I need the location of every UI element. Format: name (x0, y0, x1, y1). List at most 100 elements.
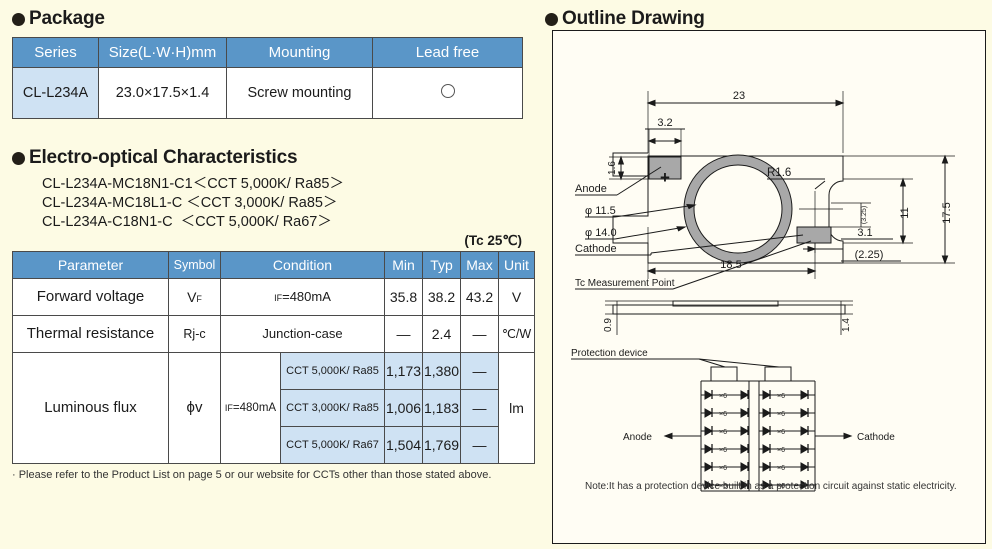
circle-ok-icon (440, 84, 455, 98)
label-circuit-cathode: Cathode (857, 432, 895, 443)
right-column: Outline Drawing (545, 8, 985, 30)
arrow (674, 137, 683, 145)
cell-max: 43.2 (460, 277, 499, 316)
cell-typ: 1,769 (422, 425, 461, 464)
anode-plus-marker: + (660, 168, 670, 187)
cell-condition: IF=480mA (220, 351, 281, 464)
protection-device-1 (710, 366, 738, 382)
arrow (676, 226, 687, 232)
dim-label-0_9: 0.9 (603, 318, 614, 332)
cell-unit: lm (498, 351, 535, 464)
arrow (647, 137, 656, 145)
multiplier-label: ×6 (719, 429, 727, 436)
cell-symbol: VF (168, 277, 221, 316)
package-table: Series Size(L·W·H)mm Mounting Lead free … (12, 37, 523, 119)
multiplier-label: ×6 (777, 429, 785, 436)
col-parameter: Parameter (12, 250, 169, 279)
leader-r16 (814, 180, 826, 190)
table-row-luminous-flux-1: Luminous flux ϕv IF=480mA CCT 5,000K/ Ra… (12, 351, 535, 464)
multiplier-label: ×6 (777, 411, 785, 418)
label-protection-device: Protection device (571, 349, 648, 359)
outline-drawing-panel: 23 3.2 1.6 R1.6 φ 11.5 φ 14.0 Anode Cath… (552, 30, 986, 544)
multiplier-labels: ×6 ×6 ×6 ×6 ×6 ×6 ×6 ×6 ×6 ×6 ×6 ×6 (719, 393, 785, 490)
arrow (843, 432, 853, 440)
arrow (941, 154, 949, 164)
cell-condition: IF=480mA (220, 277, 385, 316)
multiplier-label: ×6 (719, 447, 727, 454)
outline-section-heading: Outline Drawing (545, 8, 985, 30)
bullet-icon (12, 151, 25, 165)
arrow (899, 177, 907, 187)
arrow (663, 432, 673, 440)
part-code-list: CL-L234A-MC18N1-C1＜CCT 5,000K/ Ra85＞ CL-… (42, 175, 528, 232)
col-unit: Unit (498, 250, 535, 279)
cell-size: 23.0×17.5×1.4 (98, 67, 227, 119)
eo-section-heading: Electro-optical Characteristics (12, 147, 528, 169)
cell-parameter: Luminous flux (12, 351, 169, 464)
dim-label-inner-dia: φ 11.5 (585, 205, 616, 217)
cell-symbol: ϕv (168, 351, 221, 464)
dim-label-3_25: (3.25) (861, 206, 868, 224)
table-header-row: Parameter Symbol Condition Min Typ Max U… (12, 250, 535, 279)
dim-label-3_2: 3.2 (657, 117, 672, 129)
dim-label-1_6: 1.6 (607, 161, 618, 175)
cell-min: — (384, 314, 423, 353)
symbol-subscript: F (196, 293, 202, 304)
part-code-1: CL-L234A-MC18N1-C1＜CCT 5,000K/ Ra85＞ (42, 176, 344, 192)
cell-condition: Junction-case (220, 314, 385, 353)
electro-optical-table: Parameter Symbol Condition Min Typ Max U… (12, 250, 535, 464)
multiplier-label: ×6 (719, 411, 727, 418)
table-row-thermal-resistance: Thermal resistance Rj-c Junction-case — … (12, 314, 535, 353)
multiplier-label: ×6 (777, 465, 785, 472)
col-mounting: Mounting (226, 37, 373, 68)
leader-anode (616, 166, 662, 196)
cell-parameter: Thermal resistance (12, 314, 169, 353)
bullet-icon (545, 12, 558, 26)
dim-label-outer-dia: φ 14.0 (585, 227, 617, 239)
leader-dia-115 (614, 204, 696, 218)
bullet-icon (12, 12, 25, 26)
dim-label-2_25: (2.25) (855, 249, 884, 261)
cell-typ: 38.2 (422, 277, 461, 316)
dim-label-23: 23 (733, 90, 745, 102)
col-size: Size(L·W·H)mm (98, 37, 227, 68)
datasheet-page: Package Series Size(L·W·H)mm Mounting Le… (0, 0, 992, 549)
cell-typ: 2.4 (422, 314, 461, 353)
eo-title: Electro-optical Characteristics (29, 147, 298, 168)
table-header-row: Series Size(L·W·H)mm Mounting Lead free (12, 37, 523, 68)
cell-max: — (460, 388, 499, 427)
dim-label-1_4: 1.4 (841, 318, 852, 332)
table-footnote: · Please refer to the Product List on pa… (12, 468, 492, 481)
protection-device-2 (764, 366, 792, 382)
col-lead-free: Lead free (372, 37, 523, 68)
arrow (617, 171, 625, 181)
arrow (941, 255, 949, 265)
label-circuit-anode: Anode (623, 432, 652, 443)
outline-drawing-side-view: 0.9 1.4 (603, 300, 853, 335)
cell-series: CL-L234A (12, 67, 99, 119)
outline-title: Outline Drawing (562, 8, 705, 29)
cell-min: 35.8 (384, 277, 423, 316)
cell-min: 1,173 (384, 351, 423, 390)
table-row: CL-L234A 23.0×17.5×1.4 Screw mounting (12, 67, 523, 119)
multiplier-label: ×6 (777, 447, 785, 454)
cell-min: 1,006 (384, 388, 423, 427)
arrow (807, 267, 817, 275)
col-condition: Condition (220, 250, 385, 279)
dim-label-3_1: 3.1 (857, 227, 872, 239)
cell-unit: V (498, 277, 535, 316)
protection-device-note: Note:It has a protection device built in… (585, 481, 957, 492)
multiplier-label: ×6 (777, 393, 785, 400)
condition-rest: =480mA (232, 401, 277, 414)
dim-label-r1_6: R1.6 (767, 167, 791, 179)
test-condition-label: (Tc 25℃) (464, 232, 522, 248)
part-code-3: CL-L234A-C18N1-C ＜CCT 5,000K/ Ra67＞ (42, 213, 332, 230)
led-array (701, 390, 815, 490)
dim-label-11: 11 (899, 207, 911, 218)
table-row-forward-voltage: Forward voltage VF IF=480mA 35.8 38.2 43… (12, 277, 535, 316)
arrow (617, 155, 625, 165)
part-code-2: CL-L234A-MC18L1-C ＜CCT 3,000K/ Ra85＞ (42, 194, 338, 211)
arrow (835, 99, 845, 107)
arrow (646, 267, 656, 275)
col-max: Max (460, 250, 499, 279)
